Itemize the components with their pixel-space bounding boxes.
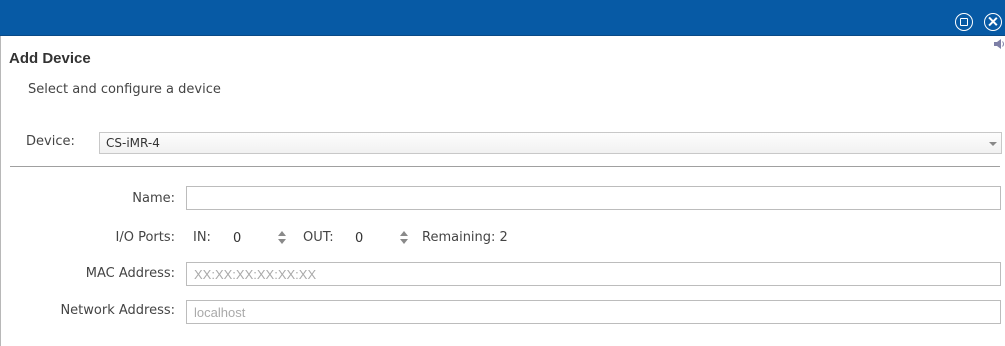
- device-select-value: CS-iMR-4: [106, 136, 160, 150]
- in-value[interactable]: 0: [233, 231, 241, 246]
- increment-icon[interactable]: [278, 231, 286, 236]
- network-address-field[interactable]: [186, 300, 1001, 324]
- close-icon[interactable]: [984, 13, 1002, 31]
- out-value[interactable]: 0: [355, 231, 363, 246]
- window-border: [0, 36, 1, 346]
- name-field[interactable]: [186, 186, 1001, 210]
- restore-icon[interactable]: [955, 13, 973, 31]
- chevron-down-icon[interactable]: [983, 133, 1001, 153]
- dialog-subtitle: Select and configure a device: [28, 82, 221, 97]
- title-bar: [0, 0, 1005, 36]
- dialog-title: Add Device: [9, 50, 91, 67]
- network-address-label: Network Address:: [60, 303, 175, 318]
- mac-address-field[interactable]: [186, 262, 1001, 286]
- decrement-icon[interactable]: [400, 239, 408, 244]
- device-label: Device:: [26, 134, 75, 149]
- in-stepper[interactable]: [276, 230, 288, 246]
- out-stepper[interactable]: [398, 230, 410, 246]
- decrement-icon[interactable]: [278, 239, 286, 244]
- out-label: OUT:: [303, 230, 334, 245]
- speaker-icon: [994, 39, 1004, 49]
- in-label: IN:: [193, 230, 211, 245]
- name-label: Name:: [132, 191, 175, 206]
- io-ports-label: I/O Ports:: [115, 230, 175, 245]
- mac-address-label: MAC Address:: [85, 266, 175, 281]
- remaining-label: Remaining: 2: [422, 230, 508, 245]
- divider: [10, 166, 1000, 167]
- increment-icon[interactable]: [400, 231, 408, 236]
- device-select[interactable]: CS-iMR-4: [99, 132, 1002, 154]
